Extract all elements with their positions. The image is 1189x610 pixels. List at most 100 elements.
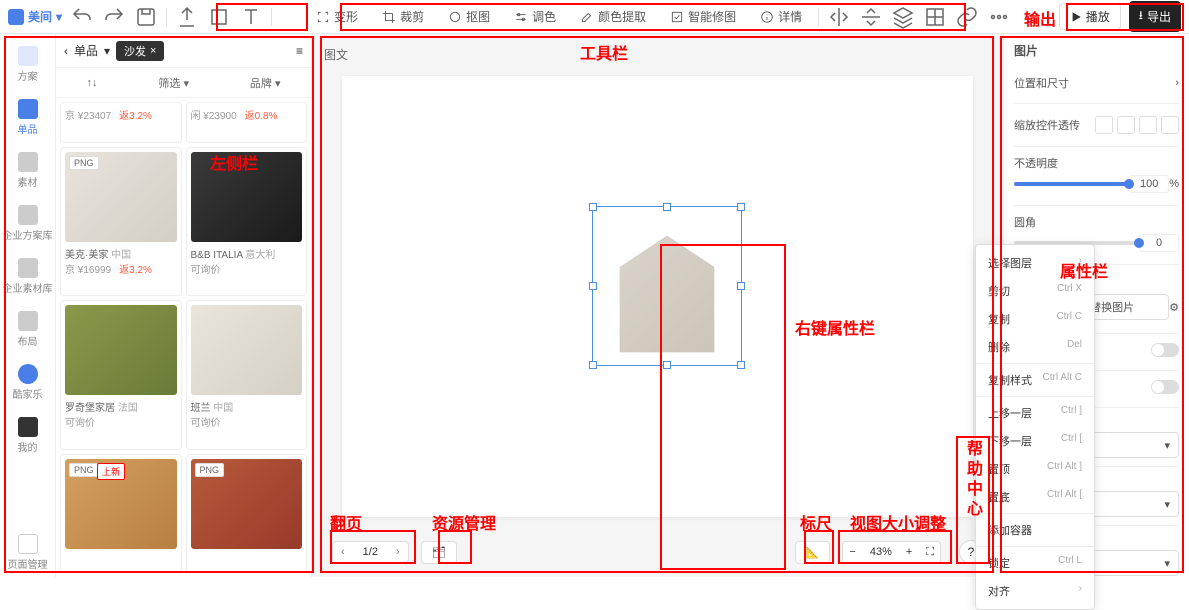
page-indicator: 1/2 <box>353 542 388 562</box>
ctx-item[interactable]: 锁定Ctrl L <box>976 549 1094 577</box>
radius-value[interactable]: 0 <box>1139 234 1179 252</box>
anchor-option[interactable] <box>1161 116 1179 134</box>
top-toolbar: 美间 ▾ 变形 裁剪 抠图 调色 颜色提取 智能修图 详情 播放 ⭳导出 <box>0 0 1189 34</box>
resize-handle[interactable] <box>589 203 597 211</box>
smart-edit-button[interactable]: 智能修图 <box>662 4 744 29</box>
nav-mine[interactable]: 我的 <box>0 411 55 460</box>
color-pick-button[interactable]: 颜色提取 <box>572 4 654 29</box>
anchor-option[interactable] <box>1095 116 1113 134</box>
nav-pages[interactable]: 页面管理 <box>0 528 55 577</box>
prev-page[interactable]: ‹ <box>333 542 353 562</box>
cutout-button[interactable]: 抠图 <box>440 4 498 29</box>
zoom-out[interactable]: − <box>843 542 861 562</box>
nav-product[interactable]: 单品 <box>0 93 55 142</box>
upload-button[interactable] <box>175 5 199 29</box>
nav-corp-scheme[interactable]: 企业方案库 <box>0 199 55 248</box>
zoom-control: − 43% + ⛶ <box>842 541 941 564</box>
nav-corp-material[interactable]: 企业素材库 <box>0 252 55 301</box>
filter-button[interactable]: 筛选 ▾ <box>158 75 189 91</box>
product-card[interactable]: B&B ITALIA 意大利可询价 <box>186 147 308 297</box>
link-button[interactable] <box>955 5 979 29</box>
canvas-area: 图文 选择图层›剪切Ctrl X复制Ctrl C删除Del复制样式Ctrl Al… <box>312 34 1003 577</box>
nav-kujiale[interactable]: 酷家乐 <box>0 358 55 407</box>
grid-button[interactable] <box>923 5 947 29</box>
more-button[interactable] <box>987 5 1011 29</box>
resize-handle[interactable] <box>663 361 671 369</box>
ctx-item[interactable]: 复制Ctrl C <box>976 305 1094 333</box>
next-page[interactable]: › <box>388 542 408 562</box>
export-button[interactable]: ⭳导出 <box>1129 1 1181 32</box>
product-card[interactable]: 班兰 中国可询价 <box>186 300 308 450</box>
product-card[interactable]: 罗奇堡家居 法国可询价 <box>60 300 182 450</box>
close-icon[interactable]: × <box>150 45 156 57</box>
left-panel: ‹ 单品 ▾ 沙发× ≡ ↑↓ 筛选 ▾ 品牌 ▾ 京 ¥23407返3.2% … <box>56 34 312 577</box>
filter-chip[interactable]: 沙发× <box>116 41 164 61</box>
product-card[interactable]: 闲 ¥23900返0.8% <box>186 102 308 143</box>
resize-handle[interactable] <box>589 282 597 290</box>
ctx-item[interactable]: 对齐› <box>976 577 1094 605</box>
nav-scheme[interactable]: 方案 <box>0 40 55 89</box>
resize-handle[interactable] <box>737 203 745 211</box>
transform-button[interactable]: 变形 <box>308 4 366 29</box>
chevron-right-icon: › <box>1175 77 1179 89</box>
opacity-slider[interactable] <box>1014 182 1129 186</box>
zoom-in[interactable]: + <box>900 542 918 562</box>
resize-handle[interactable] <box>737 282 745 290</box>
anchor-option[interactable] <box>1117 116 1135 134</box>
download-icon: ⭳ <box>1139 6 1143 27</box>
play-button[interactable]: 播放 <box>1059 3 1121 30</box>
ctx-item[interactable]: 置底Ctrl Alt [ <box>976 483 1094 511</box>
list-view-icon[interactable]: ≡ <box>296 44 303 58</box>
selected-image[interactable] <box>592 206 742 366</box>
product-grid: 京 ¥23407返3.2% 闲 ¥23900返0.8% PNG美克·美家 中国京… <box>56 98 311 577</box>
back-icon[interactable]: ‹ <box>64 44 68 58</box>
ctx-item[interactable]: 选择图层› <box>976 249 1094 277</box>
overlay-toggle[interactable] <box>1151 343 1179 357</box>
stroke-toggle[interactable] <box>1151 380 1179 394</box>
ruler-button[interactable]: 📐 <box>795 541 831 564</box>
shape-rect-button[interactable] <box>207 5 231 29</box>
detail-button[interactable]: 详情 <box>752 4 810 29</box>
position-row[interactable]: 位置和尺寸› <box>1014 71 1179 95</box>
settings-icon[interactable]: ⚙ <box>1169 301 1179 314</box>
product-card[interactable]: PNG美克·美家 中国京 ¥16999返3.2% <box>60 147 182 297</box>
ctx-item[interactable]: 删除Del <box>976 333 1094 361</box>
left-nav: 方案 单品 素材 企业方案库 企业素材库 布局 酷家乐 我的 页面管理 <box>0 34 56 577</box>
product-card[interactable]: 京 ¥23407返3.2% <box>60 102 182 143</box>
panel-title: 图片 <box>1014 42 1179 59</box>
ctx-item[interactable]: 置顶Ctrl Alt ] <box>976 455 1094 483</box>
anchor-option[interactable] <box>1139 116 1157 134</box>
resize-handle[interactable] <box>737 361 745 369</box>
adjust-button[interactable]: 调色 <box>506 4 564 29</box>
breadcrumb[interactable]: 单品 <box>74 42 98 59</box>
app-logo[interactable]: 美间 ▾ <box>8 8 62 25</box>
product-card[interactable]: PNG上新 <box>60 454 182 574</box>
save-button[interactable] <box>134 5 158 29</box>
zoom-value: 43% <box>864 542 898 562</box>
product-card[interactable]: PNG <box>186 454 308 574</box>
nav-material[interactable]: 素材 <box>0 146 55 195</box>
resource-button[interactable]: 🗂 <box>421 541 457 564</box>
ctx-item[interactable]: 剪切Ctrl X <box>976 277 1094 305</box>
resize-handle[interactable] <box>589 361 597 369</box>
ctx-item[interactable]: 下移一层Ctrl [ <box>976 427 1094 455</box>
ctx-item[interactable]: 复制样式Ctrl Alt C <box>976 366 1094 394</box>
nav-layout[interactable]: 布局 <box>0 305 55 354</box>
ctx-item[interactable]: 上移一层Ctrl ] <box>976 399 1094 427</box>
sort-button[interactable]: ↑↓ <box>86 77 97 89</box>
fullscreen-icon[interactable]: ⛶ <box>920 542 940 563</box>
crop-button[interactable]: 裁剪 <box>374 4 432 29</box>
canvas[interactable] <box>342 76 973 517</box>
redo-button[interactable] <box>102 5 126 29</box>
layers-button[interactable] <box>891 5 915 29</box>
brand-filter[interactable]: 品牌 ▾ <box>250 75 281 91</box>
undo-button[interactable] <box>70 5 94 29</box>
context-menu: 选择图层›剪切Ctrl X复制Ctrl C删除Del 复制样式Ctrl Alt C… <box>975 244 1095 610</box>
ctx-item[interactable]: 添加容器 <box>976 516 1094 544</box>
resize-handle[interactable] <box>663 203 671 211</box>
canvas-tab[interactable]: 图文 <box>324 46 348 63</box>
flip-v-button[interactable] <box>859 5 883 29</box>
opacity-value[interactable]: 100 <box>1129 175 1169 193</box>
text-button[interactable] <box>239 5 263 29</box>
flip-h-button[interactable] <box>827 5 851 29</box>
